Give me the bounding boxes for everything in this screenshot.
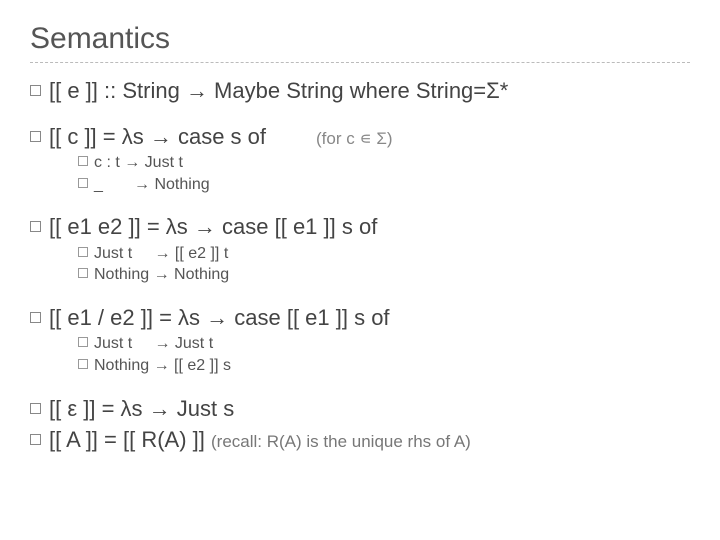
text-eps: [[ ε ]] = λs → Just s	[49, 396, 234, 421]
line-eps: [[ ε ]] = λs → Just s	[30, 395, 690, 423]
bullet-icon	[78, 337, 88, 347]
text-seq: [[ e1 e2 ]] = λs → case [[ e1 ]] s of	[49, 214, 377, 239]
bullet-icon	[30, 403, 41, 414]
text-char-case1: c : t → Just t	[94, 154, 183, 171]
bullet-icon	[78, 178, 88, 188]
slide: Semantics [[ e ]] :: String → Maybe Stri…	[0, 0, 720, 540]
def-seq: [[ e1 e2 ]] = λs → case [[ e1 ]] s of Ju…	[30, 213, 690, 286]
text-char-aside: (for c ∊ Σ)	[316, 129, 393, 148]
line-alt-case1: Just t → Just t	[78, 333, 690, 355]
bullet-icon	[30, 131, 41, 142]
def-alt: [[ e1 / e2 ]] = λs → case [[ e1 ]] s of …	[30, 304, 690, 377]
bullet-icon	[30, 221, 41, 232]
text-alt-case2: Nothing → [[ e2 ]] s	[94, 357, 231, 374]
line-alt-case2: Nothing → [[ e2 ]] s	[78, 355, 690, 377]
text-char: [[ c ]] = λs → case s of	[49, 124, 266, 149]
line-alt: [[ e1 / e2 ]] = λs → case [[ e1 ]] s of	[30, 304, 690, 332]
bullet-icon	[78, 268, 88, 278]
line-seq-case2: Nothing → Nothing	[78, 264, 690, 286]
bullet-icon	[78, 359, 88, 369]
line-char-case2: _ → Nothing	[78, 174, 690, 196]
def-char: [[ c ]] = λs → case s of (for c ∊ Σ) c : …	[30, 123, 690, 196]
bullet-icon	[78, 156, 88, 166]
slide-title: Semantics	[30, 22, 690, 56]
text-nonterm: [[ A ]] = [[ R(A) ]]	[49, 427, 205, 452]
bullet-icon	[30, 85, 41, 96]
title-divider	[30, 62, 690, 63]
text-type: [[ e ]] :: String → Maybe String where S…	[49, 78, 508, 103]
def-type: [[ e ]] :: String → Maybe String where S…	[30, 77, 690, 105]
text-seq-case2: Nothing → Nothing	[94, 266, 229, 283]
line-nonterm: [[ A ]] = [[ R(A) ]] (recall: R(A) is th…	[30, 426, 690, 454]
line-char-case1: c : t → Just t	[78, 152, 690, 174]
line-seq-case1: Just t → [[ e2 ]] t	[78, 243, 690, 265]
line-type: [[ e ]] :: String → Maybe String where S…	[30, 77, 690, 105]
line-char: [[ c ]] = λs → case s of (for c ∊ Σ)	[30, 123, 690, 151]
text-alt-case1: Just t → Just t	[94, 335, 213, 352]
text-char-case2: _ → Nothing	[94, 176, 210, 193]
line-seq: [[ e1 e2 ]] = λs → case [[ e1 ]] s of	[30, 213, 690, 241]
bullet-icon	[78, 247, 88, 257]
text-nonterm-aside: (recall: R(A) is the unique rhs of A)	[211, 432, 471, 451]
text-seq-case1: Just t → [[ e2 ]] t	[94, 245, 228, 262]
def-eps: [[ ε ]] = λs → Just s	[30, 395, 690, 423]
def-nonterm: [[ A ]] = [[ R(A) ]] (recall: R(A) is th…	[30, 426, 690, 454]
text-alt: [[ e1 / e2 ]] = λs → case [[ e1 ]] s of	[49, 305, 390, 330]
bullet-icon	[30, 312, 41, 323]
bullet-icon	[30, 434, 41, 445]
